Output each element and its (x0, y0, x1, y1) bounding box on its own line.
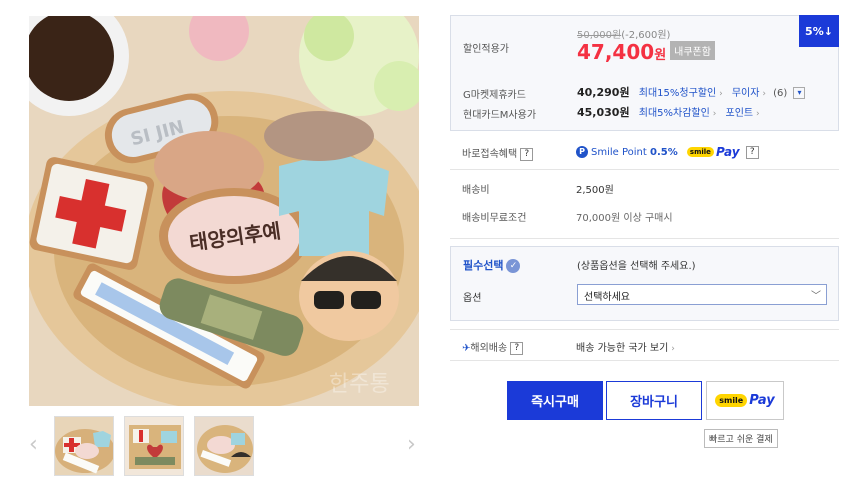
card2-benefit-link[interactable]: 최대5%차감할인 › (639, 108, 717, 119)
cookie-platter-image: SI JIN 태양의후예 한주통 (29, 16, 419, 406)
option-label: 옵션 (463, 293, 482, 304)
help-icon[interactable]: ? (510, 341, 524, 355)
card1-benefit-link[interactable]: 최대15%청구할인 › (639, 88, 723, 99)
option-select-value: 선택하세요 (584, 292, 630, 303)
smile-pay-button[interactable]: smile Pay (706, 381, 784, 420)
card1-row: 40,290원 최대15%청구할인 › 무이자 › (6) ▾ (577, 84, 806, 100)
chevron-down-icon: ﹀ (811, 291, 821, 302)
card1-label: G마켓제휴카드 (463, 90, 526, 101)
smile-point-icon: P (576, 146, 588, 158)
shipping-section: 배송비 2,500원 배송비무료조건 70,000원 이상 구매시 (450, 170, 839, 230)
help-icon[interactable]: ? (745, 145, 759, 159)
thumbnail-3[interactable] (194, 416, 254, 476)
smile-pay-badge-icon: smile (686, 147, 714, 157)
product-main-image[interactable]: SI JIN 태양의후예 한주통 (29, 16, 419, 406)
thumb-prev-arrow-icon[interactable]: ‹ (29, 434, 38, 456)
option-select[interactable]: 선택하세요 ﹀ (577, 284, 827, 305)
divider (450, 360, 839, 361)
sale-price-unit: 원 (654, 48, 667, 63)
smile-point-info: P Smile Point 0.5% smile Pay ? (576, 145, 759, 159)
shipping-fee-value: 2,500원 (576, 185, 614, 196)
free-shipping-label: 배송비무료조건 (462, 213, 527, 224)
smile-point-rate: 0.5% (650, 147, 678, 158)
thumbnail-strip: ‹ › (29, 416, 419, 478)
card1-interest-link[interactable]: 무이자 › (732, 88, 766, 99)
thumbnail-image (55, 417, 113, 475)
help-icon[interactable]: ? (520, 147, 534, 161)
option-hint: (상품옵션을 선택해 주세요.) (577, 261, 696, 272)
required-option-label: 필수선택 ✓ (463, 257, 521, 273)
card2-row: 45,030원 최대5%차감할인 › 포인트 › (577, 104, 760, 120)
coupon-box-button[interactable]: 내쿠폰함 (670, 41, 715, 60)
price-box: 5%↓ 할인적용가 50,000원(-2,600원) 47,400원 내쿠폰함 G… (450, 15, 839, 131)
card2-label: 현대카드M사용가 (463, 110, 537, 121)
buy-now-button[interactable]: 즉시구매 (507, 381, 603, 420)
discount-rate-badge: 5%↓ (799, 15, 839, 47)
divider (450, 238, 839, 239)
benefit-label: 바로접속혜택? (462, 145, 534, 161)
sale-price-value: 47,400 (577, 40, 655, 64)
benefit-row: 바로접속혜택? P Smile Point 0.5% smile Pay ? (450, 131, 839, 169)
thumbnail-2[interactable] (124, 416, 184, 476)
sale-price-label: 할인적용가 (463, 44, 509, 55)
smile-pay-text: Pay (749, 393, 775, 408)
pay-text: Pay (715, 145, 740, 159)
overseas-country-link[interactable]: 배송 가능한 국가 보기 › (576, 339, 675, 354)
overseas-row: ✈해외배송? 배송 가능한 국가 보기 › (450, 330, 839, 360)
chevron-down-icon[interactable]: ▾ (793, 87, 806, 99)
smile-pay-logo-icon: smile (715, 394, 748, 407)
free-shipping-value: 70,000원 이상 구매시 (576, 213, 673, 224)
card1-count: (6) (773, 88, 788, 99)
option-box: 필수선택 ✓ (상품옵션을 선택해 주세요.) 옵션 선택하세요 ﹀ (450, 246, 839, 321)
smile-point-text: Smile Point (591, 147, 647, 158)
smile-pay-tooltip: 빠르고 쉬운 결제 (704, 429, 778, 448)
add-to-cart-button[interactable]: 장바구니 (606, 381, 702, 420)
card1-price: 40,290원 (577, 86, 630, 99)
sale-price: 47,400원 내쿠폰함 (577, 40, 715, 64)
thumb-next-arrow-icon[interactable]: › (407, 434, 416, 456)
card2-price: 45,030원 (577, 106, 630, 119)
thumbnail-1[interactable] (54, 416, 114, 476)
watermark-text: 한주통 (329, 372, 390, 397)
shipping-fee-label: 배송비 (462, 185, 490, 196)
thumbnail-image (125, 417, 183, 475)
original-price: 50,000원(-2,600원) (577, 26, 670, 41)
card2-point-link[interactable]: 포인트 › (726, 108, 760, 119)
check-icon: ✓ (506, 259, 521, 273)
overseas-label: ✈해외배송? (462, 339, 524, 355)
thumbnail-image (195, 417, 253, 475)
